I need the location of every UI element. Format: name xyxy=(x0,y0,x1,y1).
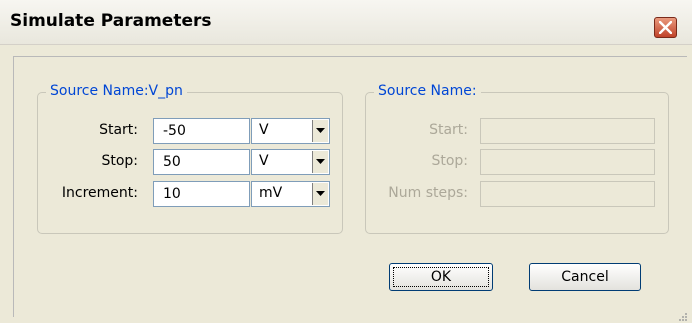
close-icon xyxy=(659,21,672,34)
right-start-label: Start: xyxy=(429,122,468,138)
left-stop-label: Stop: xyxy=(101,153,138,169)
left-start-unit-dropdown[interactable] xyxy=(312,120,328,142)
left-increment-unit-dropdown[interactable] xyxy=(312,183,328,205)
right-numsteps-label: Num steps: xyxy=(388,185,468,201)
right-numsteps-input[interactable] xyxy=(480,181,655,207)
right-stop-label: Stop: xyxy=(431,153,468,169)
right-start-input[interactable] xyxy=(480,118,655,144)
left-increment-label: Increment: xyxy=(61,185,138,201)
left-increment-unit-value: mV xyxy=(259,185,283,201)
left-start-input[interactable]: -50 xyxy=(153,118,250,144)
left-stop-unit-select[interactable]: V xyxy=(251,149,330,175)
chevron-down-icon xyxy=(316,159,325,164)
close-button[interactable] xyxy=(654,17,677,38)
left-stop-unit-value: V xyxy=(259,153,269,169)
left-start-label: Start: xyxy=(99,122,138,138)
left-increment-input[interactable]: 10 xyxy=(153,181,250,207)
title-bar[interactable]: Simulate Parameters xyxy=(0,0,692,45)
ok-button[interactable]: OK xyxy=(389,263,493,291)
right-stop-input[interactable] xyxy=(480,149,655,175)
left-stop-input[interactable]: 50 xyxy=(153,149,250,175)
cancel-button[interactable]: Cancel xyxy=(529,263,641,291)
left-start-unit-select[interactable]: V xyxy=(251,118,330,144)
chevron-down-icon xyxy=(316,191,325,196)
dialog-window: Simulate Parameters Source Name:V_pn Sta… xyxy=(0,0,692,323)
left-increment-unit-select[interactable]: mV xyxy=(251,181,330,207)
right-source-legend: Source Name: xyxy=(374,83,481,99)
left-source-legend: Source Name:V_pn xyxy=(46,83,187,99)
window-title: Simulate Parameters xyxy=(10,11,212,31)
chevron-down-icon xyxy=(316,128,325,133)
resize-grip-icon[interactable] xyxy=(678,312,688,322)
left-start-unit-value: V xyxy=(259,122,269,138)
left-stop-unit-dropdown[interactable] xyxy=(312,151,328,173)
